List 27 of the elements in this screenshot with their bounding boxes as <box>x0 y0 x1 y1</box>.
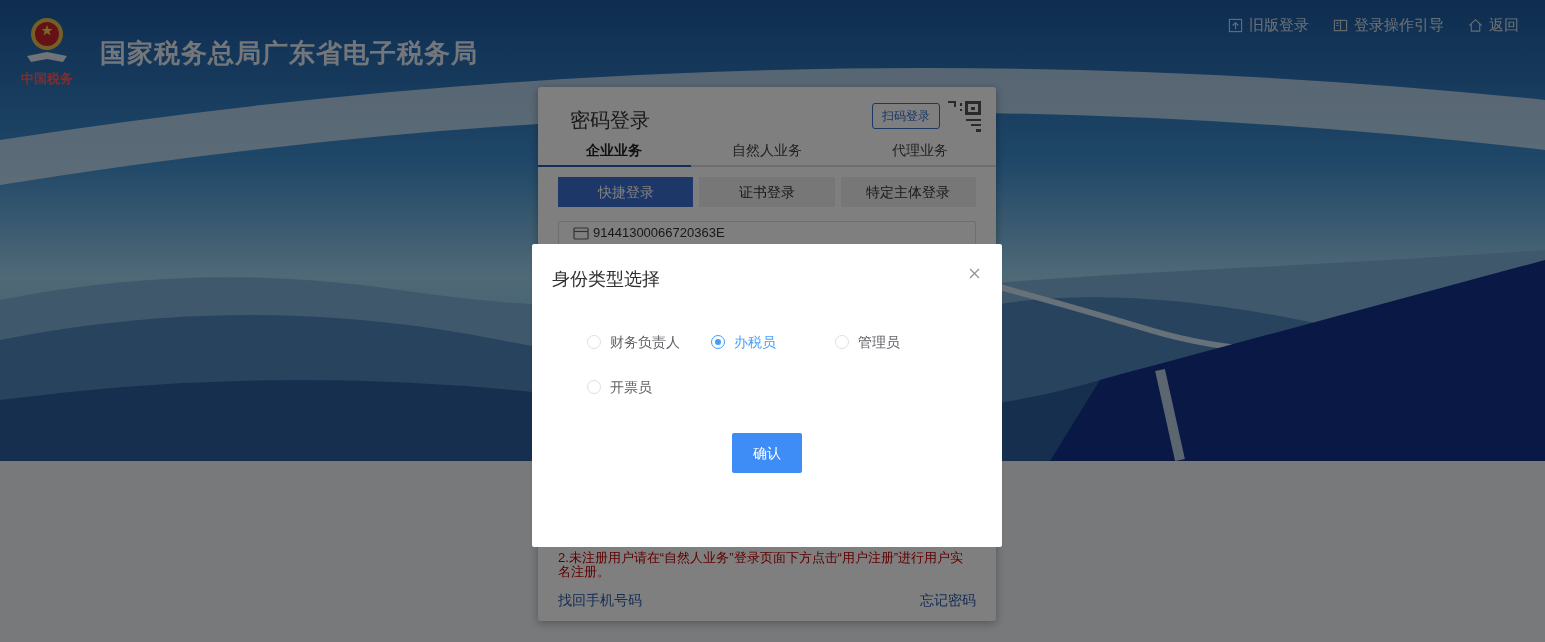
login-method-tab[interactable]: 快捷登录 <box>558 177 694 207</box>
logo-caption: 中国税务 <box>21 72 73 85</box>
identity-radio[interactable]: 开票员 <box>587 378 711 396</box>
identity-radio[interactable]: 管理员 <box>835 333 959 351</box>
identity-radio[interactable]: 办税员 <box>711 333 835 351</box>
registration-notice: 2.未注册用户请在“自然人业务”登录页面下方点击“用户注册”进行用户实名注册。 <box>557 551 965 579</box>
header-link[interactable]: 旧版登录 <box>1228 14 1309 37</box>
book-icon <box>1333 17 1348 33</box>
identity-radio[interactable]: 财务负责人 <box>587 333 711 351</box>
home-icon <box>1468 17 1483 33</box>
panel-title: 密码登录 <box>570 108 650 133</box>
dialog-title: 身份类型选择 <box>552 268 660 291</box>
scan-login-button[interactable]: 扫码登录 <box>872 103 940 129</box>
account-link[interactable]: 忘记密码 <box>920 590 976 611</box>
business-tab[interactable]: 代理业务 <box>843 135 996 167</box>
login-method-tab[interactable]: 证书登录 <box>699 177 835 207</box>
business-tab[interactable]: 自然人业务 <box>690 135 844 167</box>
close-icon[interactable] <box>969 268 980 279</box>
business-tab[interactable]: 企业业务 <box>538 135 691 167</box>
header-link[interactable]: 登录操作引导 <box>1333 14 1444 37</box>
header-link[interactable]: 返回 <box>1468 14 1519 37</box>
confirm-button[interactable]: 确认 <box>732 433 802 473</box>
upload-icon <box>1228 17 1243 33</box>
account-link[interactable]: 找回手机号码 <box>558 590 642 611</box>
site-title: 国家税务总局广东省电子税务局 <box>100 37 478 70</box>
card-icon <box>573 227 589 240</box>
login-method-tab[interactable]: 特定主体登录 <box>840 177 976 207</box>
